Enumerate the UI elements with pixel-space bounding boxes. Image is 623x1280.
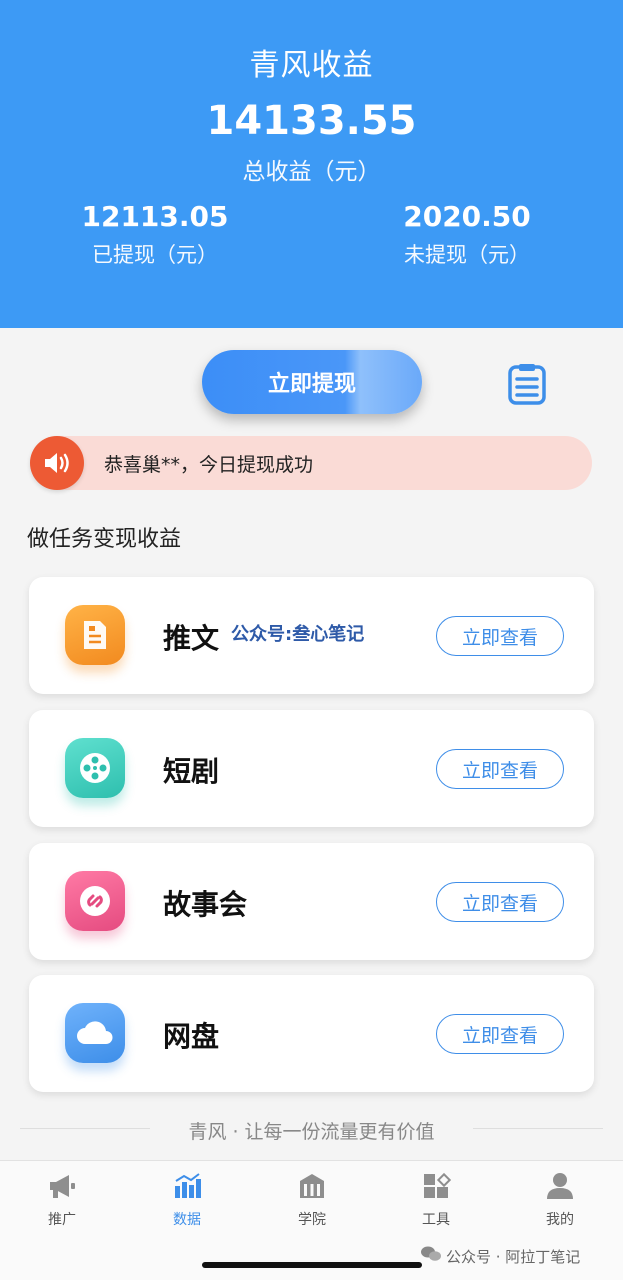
section-title: 做任务变现收益 xyxy=(27,527,182,552)
withdraw-now-button[interactable]: 立即提现 xyxy=(202,350,422,414)
withdraw-notice-bar: 恭喜巢**，今日提现成功 xyxy=(30,436,592,490)
bar-chart-icon xyxy=(142,1171,232,1201)
tab-promote[interactable]: 推广 xyxy=(17,1171,107,1229)
building-icon xyxy=(267,1171,357,1201)
view-now-button[interactable]: 立即查看 xyxy=(436,882,564,922)
pending-label: 未提现（元） xyxy=(404,243,530,267)
withdrawn-value: 12113.05 xyxy=(81,200,229,233)
tab-academy[interactable]: 学院 xyxy=(267,1171,357,1229)
task-title: 推文 xyxy=(163,622,220,655)
tab-mine[interactable]: 我的 xyxy=(515,1171,605,1229)
page-title: 青风收益 xyxy=(249,48,374,83)
wechat-icon xyxy=(420,1245,442,1267)
tab-label: 工具 xyxy=(422,1212,450,1228)
cloud-icon xyxy=(65,1003,125,1063)
clipboard-list-icon xyxy=(507,362,547,410)
view-now-button[interactable]: 立即查看 xyxy=(436,749,564,789)
pending-stat: 2020.50 未提现（元） xyxy=(347,200,587,269)
task-title: 故事会 xyxy=(163,888,248,921)
task-title: 短剧 xyxy=(163,755,220,788)
view-now-button[interactable]: 立即查看 xyxy=(436,1014,564,1054)
withdrawn-stat: 12113.05 已提现（元） xyxy=(35,200,275,269)
task-card-netdisk[interactable]: 网盘 立即查看 xyxy=(29,975,594,1092)
user-icon xyxy=(515,1171,605,1201)
view-now-button[interactable]: 立即查看 xyxy=(436,616,564,656)
megaphone-icon xyxy=(17,1171,107,1201)
divider xyxy=(473,1128,603,1129)
withdraw-record-button[interactable] xyxy=(505,364,549,408)
total-earnings-label: 总收益（元） xyxy=(242,159,381,185)
pending-value: 2020.50 xyxy=(403,200,531,233)
footer-watermark: 公众号 · 阿拉丁笔记 xyxy=(420,1245,580,1267)
link-icon xyxy=(65,871,125,931)
task-title: 网盘 xyxy=(163,1020,220,1053)
task-card-short-drama[interactable]: 短剧 立即查看 xyxy=(29,710,594,827)
film-reel-icon xyxy=(65,738,125,798)
notice-text: 恭喜巢**，今日提现成功 xyxy=(104,454,314,476)
task-card-story[interactable]: 故事会 立即查看 xyxy=(29,843,594,960)
grid-tools-icon xyxy=(391,1171,481,1201)
task-card-tweet[interactable]: 推文 公众号:叁心笔记 立即查看 xyxy=(29,577,594,694)
tab-label: 学院 xyxy=(298,1212,326,1228)
earnings-header: 青风收益 14133.55 总收益（元） 12113.05 已提现（元） 202… xyxy=(0,0,623,328)
withdrawn-label: 已提现（元） xyxy=(92,243,218,267)
home-indicator[interactable] xyxy=(202,1262,422,1268)
slogan-text: 青风 · 让每一份流量更有价值 xyxy=(188,1121,435,1143)
tab-label: 数据 xyxy=(173,1212,201,1228)
tab-data[interactable]: 数据 xyxy=(142,1171,232,1229)
document-icon xyxy=(65,605,125,665)
footer-watermark-text: 公众号 · 阿拉丁笔记 xyxy=(446,1247,581,1266)
tab-tools[interactable]: 工具 xyxy=(391,1171,481,1229)
speaker-icon xyxy=(30,436,84,490)
tab-label: 推广 xyxy=(48,1212,76,1228)
total-earnings-value: 14133.55 xyxy=(206,98,417,144)
watermark-text: 公众号:叁心笔记 xyxy=(231,624,365,645)
tab-label: 我的 xyxy=(546,1212,574,1228)
